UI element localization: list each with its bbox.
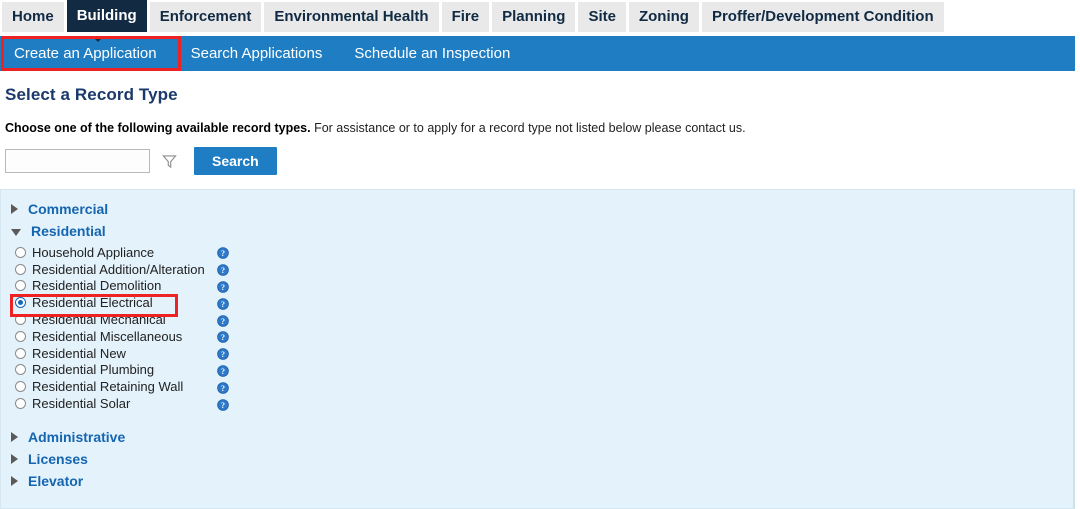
record-type-row[interactable]: Residential New?: [1, 345, 1073, 362]
svg-text:?: ?: [221, 401, 225, 410]
help-question-icon[interactable]: ?: [217, 347, 229, 360]
chevron-right-icon: [11, 431, 18, 442]
radio-residential-solar[interactable]: [15, 398, 26, 410]
record-type-label[interactable]: Residential Plumbing: [32, 362, 154, 377]
help-question-icon[interactable]: ?: [217, 280, 229, 293]
record-type-row[interactable]: Residential Plumbing?: [1, 362, 1073, 379]
record-group-residential[interactable]: Residential: [1, 220, 1073, 242]
page-content: Select a Record Type Choose one of the f…: [0, 85, 1080, 509]
help-question-icon[interactable]: ?: [217, 314, 229, 327]
module-tab-fire[interactable]: Fire: [441, 2, 490, 32]
svg-text:?: ?: [221, 283, 225, 292]
instructions-text: Choose one of the following available re…: [5, 121, 1080, 135]
svg-text:?: ?: [221, 350, 225, 359]
help-question-icon[interactable]: ?: [217, 330, 229, 344]
svg-text:?: ?: [221, 317, 225, 326]
radio-residential-retaining-wall[interactable]: [15, 381, 26, 393]
subnav-item-create-an-application[interactable]: Create an Application: [0, 36, 175, 71]
record-type-label[interactable]: Residential Solar: [32, 396, 130, 411]
radio-residential-plumbing[interactable]: [15, 364, 26, 376]
help-question-icon[interactable]: ?: [217, 263, 229, 276]
record-type-row[interactable]: Residential Electrical?: [1, 294, 1073, 311]
record-type-row[interactable]: Household Appliance?: [1, 244, 1073, 261]
record-type-label[interactable]: Residential Mechanical: [32, 312, 166, 327]
search-button[interactable]: Search: [194, 147, 277, 175]
help-question-icon[interactable]: ?: [217, 381, 229, 394]
record-type-row[interactable]: Residential Demolition?: [1, 278, 1073, 295]
search-input[interactable]: [5, 149, 150, 173]
radio-household-appliance[interactable]: [15, 246, 26, 258]
record-type-panel: Commercial Residential Household Appliance…: [0, 189, 1075, 509]
record-group-commercial[interactable]: Commercial: [1, 198, 1073, 220]
page-title: Select a Record Type: [5, 85, 178, 104]
help-question-icon[interactable]: ?: [217, 246, 229, 260]
record-type-label[interactable]: Residential Addition/Alteration: [32, 262, 205, 277]
record-type-list: Household Appliance? Residential Addition…: [1, 244, 1073, 412]
record-group-licenses[interactable]: Licenses: [1, 448, 1073, 470]
radio-residential-electrical[interactable]: [15, 297, 26, 309]
record-type-label[interactable]: Residential Electrical: [32, 295, 153, 310]
module-tab-enforcement[interactable]: Enforcement: [149, 2, 262, 32]
record-type-row[interactable]: Residential Miscellaneous?: [1, 328, 1073, 345]
module-tab-building[interactable]: Building: [66, 0, 147, 32]
svg-text:?: ?: [221, 367, 225, 376]
module-tab-environmental-health[interactable]: Environmental Health: [264, 2, 439, 32]
record-group-label: Licenses: [28, 450, 88, 467]
record-type-row[interactable]: Residential Addition/Alteration?: [1, 261, 1073, 278]
svg-text:?: ?: [221, 384, 225, 393]
record-type-label[interactable]: Residential Retaining Wall: [32, 379, 183, 394]
record-type-label[interactable]: Residential Demolition: [32, 278, 161, 293]
instructions-rest: For assistance or to apply for a record …: [310, 121, 746, 135]
module-tab-zoning[interactable]: Zoning: [628, 2, 699, 32]
help-question-icon[interactable]: ?: [217, 364, 229, 377]
record-group-label: Elevator: [28, 472, 84, 489]
record-group-label: Residential: [31, 223, 106, 239]
radio-residential-mechanical[interactable]: [15, 314, 26, 326]
radio-residential-addition-alteration[interactable]: [15, 263, 26, 275]
svg-text:?: ?: [221, 249, 225, 258]
record-group-label: Commercial: [28, 201, 109, 217]
subnav-item-schedule-an-inspection[interactable]: Schedule an Inspection: [338, 36, 526, 71]
record-group-label: Administrative: [28, 428, 126, 445]
module-tab-home[interactable]: Home: [2, 2, 64, 32]
chevron-right-icon: [11, 475, 18, 486]
record-type-label[interactable]: Residential Miscellaneous: [32, 329, 182, 344]
svg-text:?: ?: [221, 266, 225, 275]
chevron-right-icon: [11, 204, 18, 214]
module-tab-proffer-development-condition[interactable]: Proffer/Development Condition: [701, 2, 944, 32]
help-question-icon[interactable]: ?: [217, 297, 229, 310]
record-type-row[interactable]: Residential Mechanical?: [1, 311, 1073, 328]
record-type-row[interactable]: Residential Retaining Wall?: [1, 378, 1073, 395]
record-type-label[interactable]: Residential New: [32, 346, 126, 361]
radio-residential-new[interactable]: [15, 347, 26, 359]
sub-navigation-bar: Create an Application Search Applications…: [0, 36, 1075, 71]
record-group-administrative[interactable]: Administrative: [1, 426, 1073, 448]
module-tab-bar: Home Building Enforcement Environmental Hea…: [0, 0, 1080, 36]
help-question-icon[interactable]: ?: [217, 398, 229, 411]
record-group-elevator[interactable]: Elevator: [1, 470, 1073, 492]
radio-residential-demolition[interactable]: [15, 280, 26, 292]
funnel-icon[interactable]: [158, 149, 180, 173]
radio-residential-miscellaneous[interactable]: [15, 330, 26, 342]
svg-text:?: ?: [221, 333, 225, 342]
module-tab-site[interactable]: Site: [578, 2, 626, 32]
record-type-label[interactable]: Household Appliance: [32, 245, 154, 260]
svg-text:?: ?: [221, 300, 225, 309]
module-tab-planning[interactable]: Planning: [492, 2, 576, 32]
search-row: Search: [5, 147, 1080, 175]
subnav-item-search-applications[interactable]: Search Applications: [175, 36, 339, 71]
record-type-row[interactable]: Residential Solar?: [1, 395, 1073, 412]
instructions-bold: Choose one of the following available re…: [5, 121, 311, 135]
chevron-right-icon: [11, 453, 18, 464]
chevron-down-icon: [11, 228, 21, 236]
active-tab-caret-icon: [92, 36, 104, 42]
